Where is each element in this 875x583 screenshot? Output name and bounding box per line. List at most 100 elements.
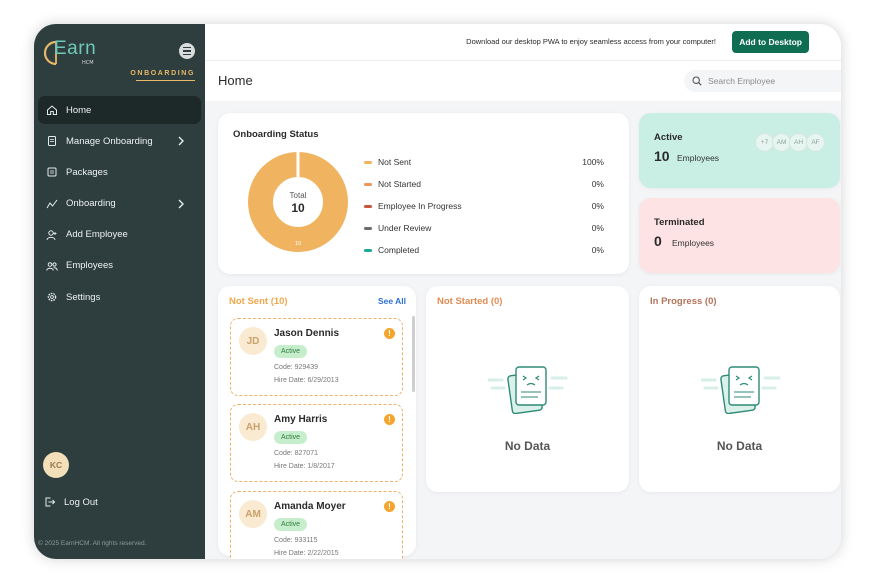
status-badge: Active xyxy=(274,345,308,358)
employee-name: Jason Dennis xyxy=(274,328,340,339)
employee-card[interactable]: AM Amanda Moyer Active Code: 933115 Hire… xyxy=(230,491,403,559)
page-title: Home xyxy=(218,73,253,88)
not-sent-title: Not Sent (10) xyxy=(229,296,288,307)
empty-state-text: No Data xyxy=(716,439,763,453)
chevron-right-icon xyxy=(178,199,184,209)
top-banner: Download our desktop PWA to enjoy seamle… xyxy=(205,24,841,61)
sidebar-item-home[interactable]: Home xyxy=(38,96,201,124)
users-icon xyxy=(46,262,58,271)
page-header: Home xyxy=(205,61,841,101)
module-label: ONBOARDING xyxy=(130,70,195,77)
sidebar-item-label: Employees xyxy=(66,260,113,272)
legend-percent: 0% xyxy=(591,245,604,255)
sidebar-item-employees[interactable]: Employees xyxy=(38,252,201,280)
sidebar-nav: Home Manage Onboarding Packages Onboardi… xyxy=(38,96,201,314)
logo-text: Earn xyxy=(54,38,97,59)
employee-name: Amanda Moyer xyxy=(274,501,346,512)
legend-label: Not Sent xyxy=(378,157,412,167)
sidebar-item-settings[interactable]: Settings xyxy=(38,283,201,311)
legend-swatch xyxy=(364,226,372,230)
legend-percent: 0% xyxy=(591,179,604,189)
sidebar-item-label: Onboarding xyxy=(66,198,116,210)
active-count: 10 xyxy=(654,148,670,164)
donut-total-value: 10 xyxy=(291,201,305,215)
employee-hire-date: Hire Date: 6/29/2013 xyxy=(274,377,339,384)
employee-hire-date: Hire Date: 2/22/2015 xyxy=(274,550,339,557)
sidebar-item-packages[interactable]: Packages xyxy=(38,158,201,186)
legend-item-not-sent: Not Sent 100% xyxy=(364,151,604,173)
active-unit: Employees xyxy=(677,153,720,163)
terminated-count: 0 xyxy=(654,233,662,249)
in-progress-title: In Progress (0) xyxy=(650,296,717,307)
sidebar-item-label: Add Employee xyxy=(66,229,128,241)
copyright-text: © 2025 EarnHCM. All rights reserved. xyxy=(38,540,147,547)
status-donut-chart: Total 10 10 xyxy=(248,152,348,252)
gear-icon xyxy=(47,292,57,302)
legend-swatch xyxy=(364,248,372,252)
legend-swatch xyxy=(364,160,372,164)
legend-swatch xyxy=(364,204,372,208)
legend-percent: 100% xyxy=(582,157,604,167)
search-icon xyxy=(692,76,702,86)
search-input[interactable] xyxy=(708,76,838,86)
employee-card[interactable]: AH Amy Harris Active Code: 827071 Hire D… xyxy=(230,404,403,482)
warning-icon[interactable]: ! xyxy=(384,414,395,425)
menu-line-icon xyxy=(183,53,191,55)
employee-name: Amy Harris xyxy=(274,414,328,425)
app-window: Earn HCM ONBOARDING Home Manage Onboardi… xyxy=(34,24,841,559)
empty-state-text: No Data xyxy=(504,439,551,453)
employee-card[interactable]: JD Jason Dennis Active Code: 929439 Hire… xyxy=(230,318,403,396)
employee-code: Code: 933115 xyxy=(274,537,318,544)
employee-code: Code: 827071 xyxy=(274,450,318,457)
in-progress-column: In Progress (0) No Data xyxy=(639,286,840,492)
status-badge: Active xyxy=(274,518,308,531)
terminated-label: Terminated xyxy=(654,217,705,228)
document-icon xyxy=(48,136,56,147)
avatar: AF xyxy=(806,133,825,152)
not-sent-scrollbar[interactable] xyxy=(412,316,415,392)
legend-percent: 0% xyxy=(591,223,604,233)
legend-item-not-started: Not Started 0% xyxy=(364,173,604,195)
module-divider xyxy=(136,80,195,81)
not-started-column: Not Started (0) No Data xyxy=(426,286,629,492)
avatar: AH xyxy=(239,413,267,441)
legend-item-under-review: Under Review 0% xyxy=(364,217,604,239)
legend-label: Employee In Progress xyxy=(378,201,462,211)
sidebar-item-label: Settings xyxy=(66,291,101,303)
legend-item-employee-in-progress: Employee In Progress 0% xyxy=(364,195,604,217)
warning-icon[interactable]: ! xyxy=(384,501,395,512)
status-legend: Not Sent 100% Not Started 0% Employee In… xyxy=(364,151,604,261)
onboarding-icon xyxy=(46,199,58,208)
not-started-title: Not Started (0) xyxy=(437,296,503,307)
not-sent-column: Not Sent (10) See All JD Jason Dennis Ac… xyxy=(218,286,416,559)
sidebar-item-add-employee[interactable]: Add Employee xyxy=(38,221,201,249)
add-to-desktop-button[interactable]: Add to Desktop xyxy=(732,31,809,53)
empty-document-icon xyxy=(701,366,781,414)
status-badge: Active xyxy=(274,431,308,444)
legend-swatch xyxy=(364,182,372,186)
add-user-icon xyxy=(46,230,57,240)
chevron-right-icon xyxy=(178,136,184,146)
menu-line-icon xyxy=(183,50,191,52)
legend-percent: 0% xyxy=(591,201,604,211)
see-all-link[interactable]: See All xyxy=(378,296,406,306)
user-avatar[interactable]: KC xyxy=(43,452,69,478)
package-icon xyxy=(47,167,57,177)
sidebar-item-manage-onboarding[interactable]: Manage Onboarding xyxy=(38,127,201,155)
sidebar-item-onboarding[interactable]: Onboarding xyxy=(38,190,201,218)
active-label: Active xyxy=(654,132,683,143)
menu-toggle-button[interactable] xyxy=(179,43,195,59)
active-employees-card[interactable]: Active 10 Employees +7 AM AH AF xyxy=(639,113,840,188)
pwa-message: Download our desktop PWA to enjoy seamle… xyxy=(466,37,716,46)
logout-button[interactable]: Log Out xyxy=(44,496,98,508)
legend-label: Completed xyxy=(378,245,420,255)
warning-icon[interactable]: ! xyxy=(384,328,395,339)
employee-hire-date: Hire Date: 1/8/2017 xyxy=(274,463,335,470)
onboarding-status-card: Onboarding Status Total 10 10 Not Sent 1… xyxy=(218,113,629,274)
terminated-employees-card[interactable]: Terminated 0 Employees xyxy=(639,198,840,273)
legend-label: Under Review xyxy=(378,223,432,233)
menu-line-icon xyxy=(183,47,191,49)
home-icon xyxy=(47,105,57,115)
sidebar-item-label: Home xyxy=(66,104,92,116)
donut-segment-label: 10 xyxy=(295,241,301,247)
